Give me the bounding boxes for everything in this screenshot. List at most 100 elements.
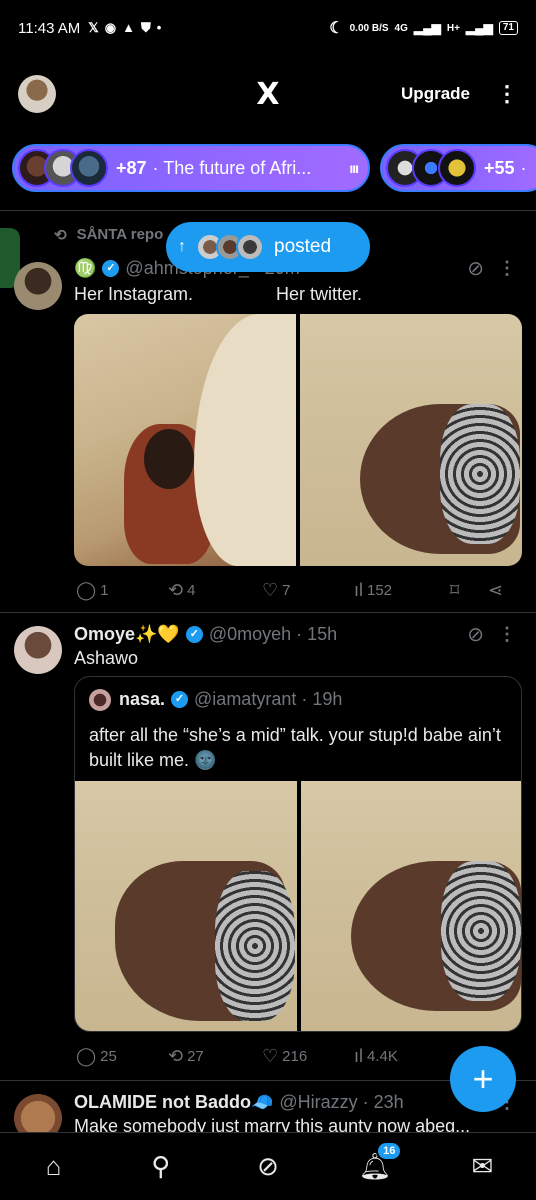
network-4g: 4G (394, 22, 408, 34)
signal-icon-2: ▂▄▆ (465, 21, 493, 35)
quote-text: after all the “she’s a mid” talk. your s… (89, 725, 501, 770)
nav-messages[interactable]: ✉ (457, 1151, 507, 1182)
image-mirror (194, 314, 296, 566)
repost-by: SÅNTA repo (76, 226, 164, 243)
tweet-header: Omoye✨💛 ✓ @0moyeh · 15h (74, 624, 337, 645)
status-bar: 11:43 AM 𝕏 ◉ ▲ ⛊ • ☾ 0.00 B/S 4G ▂▄▆ H+ … (0, 0, 536, 56)
image-figure (215, 871, 295, 1021)
like-button[interactable]: ♡ 216 (262, 1046, 354, 1067)
repost-count: 4 (187, 582, 196, 599)
tweet-text-left: Her Instagram. (74, 284, 194, 304)
nav-home[interactable]: ⌂ (29, 1151, 79, 1182)
space-listener-count: +55 (484, 157, 515, 178)
quote-handle: @iamatyrant · 19h (194, 689, 343, 709)
image-figure (441, 861, 521, 1001)
grok-icon[interactable]: ⊘ (467, 622, 484, 647)
space-avatars (18, 149, 108, 187)
tweet-author-avatar[interactable] (14, 1094, 62, 1132)
new-posts-avatars (196, 233, 264, 261)
repost-icon: ⟲ (54, 227, 67, 244)
tweet-author-name[interactable]: ♍ (74, 258, 96, 279)
space-pill[interactable]: +87 · The future of Afri... ııı (12, 144, 370, 192)
verified-badge-icon: ✓ (185, 626, 203, 643)
views-button[interactable]: ıl 4.4K (354, 1046, 450, 1067)
tweet-actions: ◯ 25 ⟲ 27 ♡ 216 ıl 4.4K (76, 1046, 516, 1067)
quote-image[interactable] (301, 781, 521, 1031)
reply-count: 25 (100, 1048, 117, 1065)
tweet-text: Make somebody just marry this aunty now … (74, 1116, 471, 1132)
reply-icon: ◯ (76, 580, 97, 600)
profile-avatar[interactable] (18, 75, 56, 113)
upgrade-button[interactable]: Upgrade (401, 84, 470, 104)
heart-icon: ♡ (262, 580, 279, 600)
tweet-author-name[interactable]: OLAMIDE not Baddo🧢 (74, 1092, 273, 1113)
more-options-icon[interactable]: ⋮ (496, 81, 518, 107)
nav-notifications[interactable]: 🔔︎ 16 (350, 1141, 403, 1182)
tweet-author-name[interactable]: Omoye✨💛 (74, 624, 180, 645)
space-avatars (386, 149, 476, 187)
tweet-actions: ◯ 1 ⟲ 4 ♡ 7 ıl 152 ⌑ ⋖ (76, 580, 516, 601)
views-icon: ıl (354, 580, 363, 600)
arrow-up-icon: ↑ (178, 238, 186, 255)
x-logo[interactable]: X (256, 77, 279, 112)
tweet-handle[interactable]: @Hirazzy · 23h (279, 1092, 403, 1113)
space-pill[interactable]: +55 · (380, 144, 536, 192)
shield-icon: ⛊ (140, 20, 151, 35)
quoted-tweet[interactable]: nasa. ✓ @iamatyrant · 19h after all the … (74, 676, 522, 1032)
quote-image[interactable] (75, 781, 297, 1031)
nav-grok[interactable]: ⊘ (243, 1151, 293, 1182)
view-count: 4.4K (367, 1048, 398, 1065)
views-icon: ıl (354, 1046, 363, 1066)
divider (0, 612, 536, 613)
verified-badge-icon: ✓ (102, 260, 120, 277)
repost-count: 27 (187, 1048, 204, 1065)
tweet-image[interactable] (300, 314, 522, 566)
search-icon: ⚲ (151, 1151, 171, 1181)
views-button[interactable]: ıl 152 (354, 580, 450, 601)
reply-button[interactable]: ◯ 1 (76, 580, 168, 601)
tweet-header: OLAMIDE not Baddo🧢 @Hirazzy · 23h (74, 1092, 404, 1113)
tweet-image[interactable] (74, 314, 296, 566)
repost-button[interactable]: ⟲ 4 (168, 580, 262, 601)
data-speed: 0.00 B/S (349, 22, 389, 34)
warning-icon: ▲ (122, 20, 135, 35)
signal-icon: ▂▄▆ (413, 21, 441, 35)
grok-icon: ⊘ (257, 1151, 279, 1181)
battery-indicator: 71 (498, 21, 518, 35)
tweet-author-avatar[interactable] (14, 262, 62, 310)
share-button[interactable]: ⋖ (488, 580, 503, 601)
spaces-bar: +87 · The future of Afri... ııı +55 · (12, 144, 536, 194)
home-icon: ⌂ (45, 1151, 62, 1181)
like-button[interactable]: ♡ 7 (262, 580, 354, 601)
quote-author-name: nasa. (119, 689, 166, 709)
notification-icons: 𝕏 ◉ ▲ ⛊ • (88, 20, 161, 36)
heart-icon: ♡ (262, 1046, 279, 1066)
tweet-author-avatar[interactable] (14, 626, 62, 674)
like-count: 216 (282, 1048, 308, 1065)
bookmark-button[interactable]: ⌑ (450, 580, 488, 601)
bookmark-icon: ⌑ (450, 580, 460, 600)
view-count: 152 (367, 582, 393, 599)
space-title: · The future of Afri... (152, 157, 312, 178)
tweet-more-icon[interactable]: ⋮ (498, 258, 516, 279)
nav-search[interactable]: ⚲ (136, 1151, 186, 1182)
image-figure (144, 429, 194, 489)
repost-button[interactable]: ⟲ 27 (168, 1046, 262, 1067)
repost-indicator: ⟲ SÅNTA repo (54, 226, 163, 244)
tweet-text-right: Her twitter. (276, 284, 363, 304)
grok-icon[interactable]: ⊘ (467, 256, 484, 281)
space-listener-count: +87 (116, 157, 147, 178)
compose-button[interactable]: + (450, 1046, 516, 1112)
tweet-more-icon[interactable]: ⋮ (498, 624, 516, 645)
image-figure (440, 404, 520, 544)
share-icon: ⋖ (488, 580, 504, 600)
repost-icon: ⟲ (168, 580, 184, 600)
tweet-handle[interactable]: @0moyeh · 15h (209, 624, 337, 645)
plus-icon: + (472, 1058, 494, 1099)
reply-button[interactable]: ◯ 25 (76, 1046, 168, 1067)
mail-icon: ✉ (471, 1151, 494, 1181)
new-posts-pill[interactable]: ↑ posted (166, 222, 370, 272)
tweet[interactable]: ♍ ✓ @ahmstopher_ · 20m ⊘ ⋮ Her Instagram… (0, 254, 536, 614)
bottom-nav: ⌂ ⚲ ⊘ 🔔︎ 16 ✉ (0, 1132, 536, 1200)
status-time: 11:43 AM (18, 19, 81, 37)
